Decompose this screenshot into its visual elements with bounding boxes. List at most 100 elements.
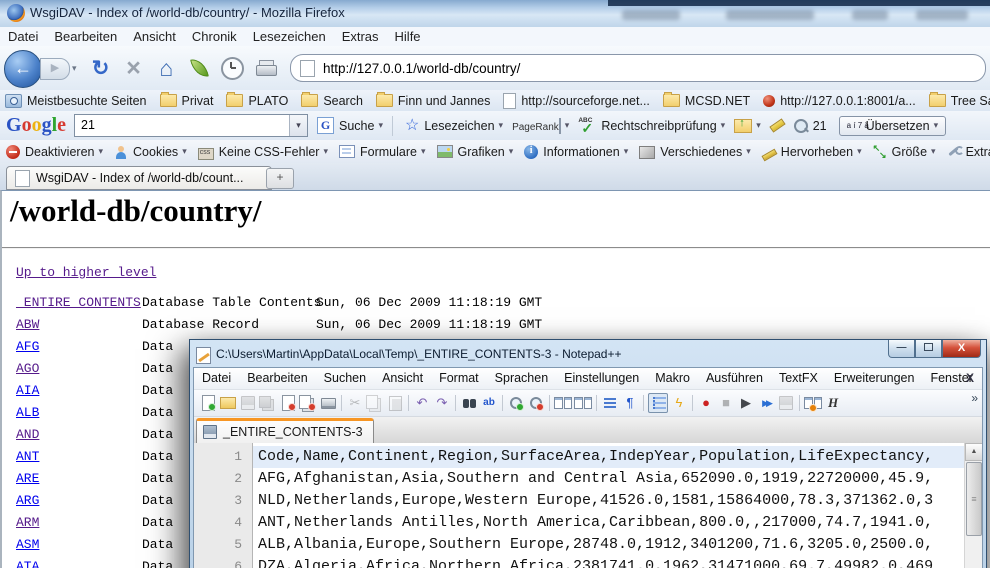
dropdown-icon[interactable]: ▾ (624, 146, 629, 157)
paste-icon[interactable] (386, 394, 404, 412)
entry-link-abw[interactable]: ABW (16, 317, 39, 332)
webdev-deaktivieren[interactable]: Deaktivieren▾ (6, 145, 103, 159)
dropdown-icon[interactable]: ▾ (934, 120, 939, 131)
entry-link-ata[interactable]: ATA (16, 559, 39, 568)
dropdown-icon[interactable]: ▾ (746, 146, 751, 157)
google-button--bersetzen[interactable]: a í 7 äÜbersetzen▾ (839, 116, 946, 136)
history-dropdown-icon[interactable]: ▾ (72, 63, 77, 74)
webdev-grafiken[interactable]: Grafiken▾ (437, 145, 514, 159)
dropdown-icon[interactable]: ▾ (499, 120, 504, 131)
google-search-value[interactable]: 21 (75, 115, 289, 136)
npp-menu-item-bearbeiten[interactable]: Bearbeiten (239, 368, 315, 385)
google-button-lesezeichen[interactable]: ☆Lesezeichen▾ (405, 119, 503, 133)
cut-icon[interactable]: ✂ (346, 394, 364, 412)
npp-menu-item-ausf-hren[interactable]: Ausführen (698, 368, 771, 385)
redo-icon[interactable]: ↷ (433, 394, 451, 412)
webdev-verschiedenes[interactable]: Verschiedenes▾ (639, 145, 751, 159)
sync-vertical-icon[interactable] (554, 394, 572, 412)
dropdown-icon[interactable]: ▾ (756, 120, 761, 131)
menu-item-datei[interactable]: Datei (0, 27, 46, 44)
stop-button[interactable]: × (117, 48, 150, 88)
entry-link-ago[interactable]: AGO (16, 361, 39, 376)
toolbar-overflow-icon[interactable]: » (971, 391, 978, 405)
npp-menu-item-textfx[interactable]: TextFX (771, 368, 826, 385)
macro-save-icon[interactable] (777, 394, 795, 412)
npp-menu-item-sprachen[interactable]: Sprachen (487, 368, 557, 385)
home-button[interactable]: ⌂ (150, 48, 183, 88)
dropdown-icon[interactable]: ▾ (98, 146, 103, 157)
webdev-formulare[interactable]: Formulare▾ (339, 145, 426, 159)
copy-icon[interactable] (366, 394, 384, 412)
google-button-pagerank[interactable]: PageRank▾ (512, 119, 569, 133)
npp-menu-item-makro[interactable]: Makro (647, 368, 698, 385)
webdev-extras[interactable]: Extras▾ (947, 145, 990, 159)
find-icon[interactable] (460, 394, 478, 412)
entry-link-_entire_contents[interactable]: _ENTIRE_CONTENTS (16, 295, 141, 310)
code-line[interactable]: Code,Name,Continent,Region,SurfaceArea,I… (253, 446, 964, 468)
minimize-button[interactable]: — (888, 340, 915, 358)
open-file-icon[interactable] (219, 394, 237, 412)
npp-menu-item-format[interactable]: Format (431, 368, 487, 385)
menu-item-bearbeiten[interactable]: Bearbeiten (46, 27, 125, 44)
dropdown-icon[interactable]: ▾ (931, 146, 936, 157)
npp-menu-item-?[interactable]: ? (981, 368, 983, 385)
macro-run-multiple-icon[interactable]: ▶▶ (757, 394, 775, 412)
restore-button[interactable] (915, 340, 942, 358)
dropdown-icon[interactable]: ▾ (857, 146, 862, 157)
sage-feed-button[interactable] (183, 48, 216, 88)
google-button-highlighter[interactable] (770, 122, 785, 129)
code-line[interactable]: NLD,Netherlands,Europe,Western Europe,41… (253, 490, 964, 512)
scrollbar-thumb[interactable]: ≡ (966, 462, 982, 536)
entry-link-arg[interactable]: ARG (16, 493, 39, 508)
bookmark-item[interactable]: http://127.0.0.1:8001/a... (763, 94, 916, 108)
editor[interactable]: 123456 Code,Name,Continent,Region,Surfac… (194, 443, 982, 568)
menu-item-hilfe[interactable]: Hilfe (387, 27, 429, 44)
zoom-in-icon[interactable] (507, 394, 525, 412)
document-close-icon[interactable]: X (966, 371, 974, 385)
view-in-html-icon[interactable]: H (824, 394, 842, 412)
bookmark-item[interactable]: Privat (160, 94, 214, 108)
show-all-characters-icon[interactable]: ¶ (621, 394, 639, 412)
entry-link-afg[interactable]: AFG (16, 339, 39, 354)
close-file-icon[interactable] (279, 394, 297, 412)
print-button[interactable] (249, 48, 282, 88)
notepadpp-titlebar[interactable]: C:\Users\Martin\AppData\Local\Temp\_ENTI… (193, 343, 983, 367)
code-line[interactable]: ALB,Albania,Europe,Southern Europe,28748… (253, 534, 964, 556)
dropdown-icon[interactable]: ▾ (421, 146, 426, 157)
bookmark-item[interactable]: http://sourceforge.net... (503, 93, 650, 109)
scroll-up-arrow-icon[interactable]: ▲ (965, 443, 983, 461)
menu-item-chronik[interactable]: Chronik (184, 27, 245, 44)
url-text[interactable]: http://127.0.0.1/world-db/country/ (323, 61, 520, 76)
dropdown-icon[interactable]: ▾ (378, 120, 383, 131)
history-clock-button[interactable] (216, 48, 249, 88)
function-list-icon[interactable]: ϟ (670, 394, 688, 412)
code-area[interactable]: Code,Name,Continent,Region,SurfaceArea,I… (253, 443, 964, 568)
npp-menu-item-ansicht[interactable]: Ansicht (374, 368, 431, 385)
search-dropdown-icon[interactable]: ▾ (289, 115, 307, 136)
forward-button[interactable]: ▶ (40, 58, 70, 80)
entry-link-arm[interactable]: ARM (16, 515, 39, 530)
webdev-hervorheben[interactable]: Hervorheben▾ (762, 145, 862, 159)
menu-item-extras[interactable]: Extras (334, 27, 387, 44)
zoom-out-icon[interactable] (527, 394, 545, 412)
webdev-informationen[interactable]: Informationen▾ (524, 145, 628, 159)
back-button[interactable]: ← (4, 50, 42, 88)
entry-link-are[interactable]: ARE (16, 471, 39, 486)
bookmark-item[interactable]: Meistbesuchte Seiten (5, 94, 147, 108)
close-all-icon[interactable] (299, 394, 317, 412)
npp-menu-item-erweiterungen[interactable]: Erweiterungen (826, 368, 923, 385)
up-to-higher-level-link[interactable]: Up to higher level (16, 265, 156, 280)
menu-item-ansicht[interactable]: Ansicht (125, 27, 184, 44)
entry-link-and[interactable]: AND (16, 427, 39, 442)
bookmark-item[interactable]: Tree Samples (929, 94, 990, 108)
bookmark-item[interactable]: PLATO (226, 94, 288, 108)
dropdown-icon[interactable]: ▾ (721, 120, 726, 131)
doc-switcher-icon[interactable] (804, 394, 822, 412)
webdev-cookies[interactable]: Cookies▾ (114, 145, 187, 159)
dropdown-icon[interactable]: ▾ (323, 146, 328, 157)
menu-item-lesezeichen[interactable]: Lesezeichen (245, 27, 334, 44)
macro-stop-icon[interactable]: ■ (717, 394, 735, 412)
indent-guide-icon[interactable] (648, 393, 668, 413)
npp-menu-item-einstellungen[interactable]: Einstellungen (556, 368, 647, 385)
code-line[interactable]: ANT,Netherlands Antilles,North America,C… (253, 512, 964, 534)
